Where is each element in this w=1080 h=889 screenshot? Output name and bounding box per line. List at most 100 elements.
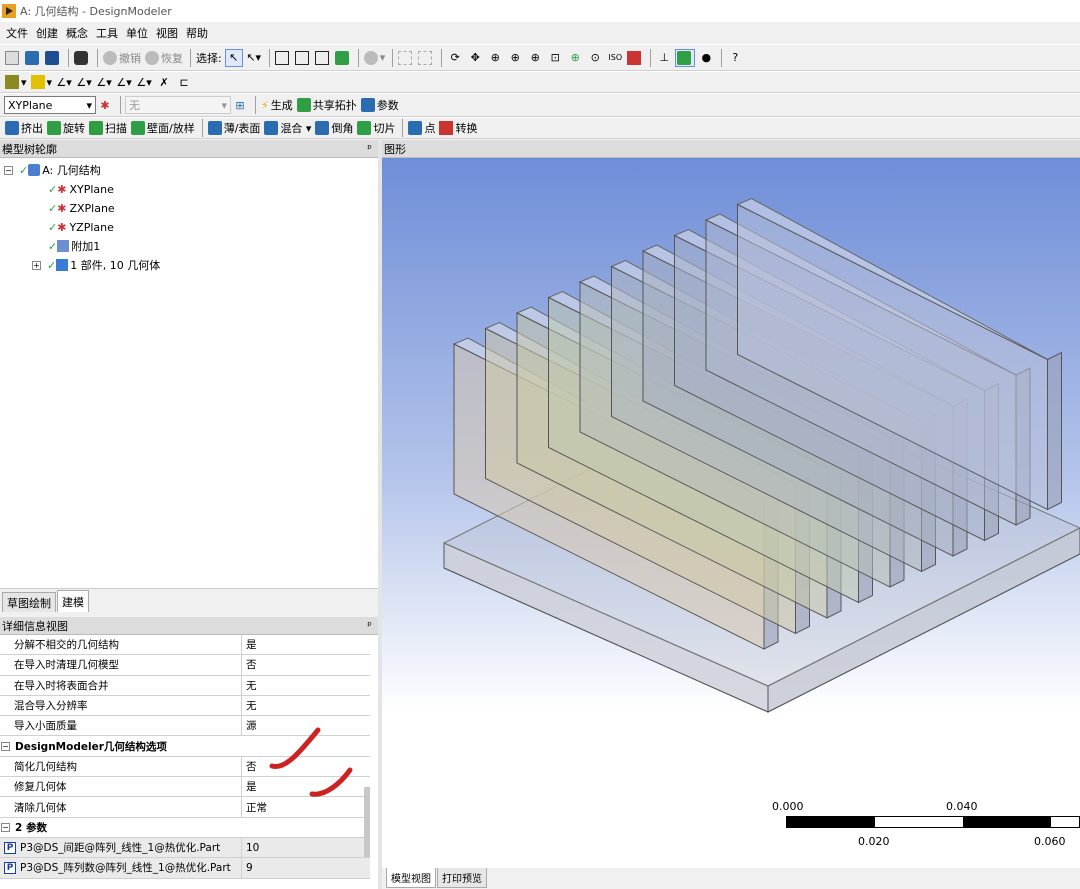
table-row[interactable]: 混合导入分辨率无 [0,695,370,717]
heat-sink-model[interactable] [382,158,1080,868]
point-button[interactable]: 点 [407,119,436,137]
pin-icon[interactable]: ᵖ [367,142,372,155]
blend-button[interactable]: 混合 ▾ [263,119,312,137]
menu-tools[interactable]: 工具 [96,25,118,41]
iso-view-icon[interactable]: ISO [606,49,624,67]
revolve-button[interactable]: 旋转 [46,119,86,137]
extend-selection-icon[interactable]: ▾ [363,49,387,67]
display-mode-icon[interactable] [675,48,696,67]
plane-select[interactable]: XYPlane ▾ [4,96,96,114]
table-row[interactable]: 在导入时清理几何模型否 [0,655,370,676]
dimension-3-icon[interactable]: ∠▾ [95,73,113,91]
details-header: 详细信息视图 ᵖ [0,617,378,635]
sweep-button[interactable]: 扫描 [88,119,128,137]
skin-loft-button[interactable]: 壁面/放样 [130,119,196,137]
generate-button[interactable]: ⚡ 生成 [260,96,294,114]
details-scrollbar[interactable] [364,787,370,857]
collapse-icon[interactable]: − [4,165,13,175]
select-face-icon[interactable] [314,49,332,67]
select-body-icon[interactable] [334,49,352,67]
chamfer-button[interactable]: 倒角 [314,119,354,137]
undo-button[interactable]: 撤销 [102,49,142,67]
new-sketch-button-icon[interactable]: ⊞ [231,96,249,114]
table-row[interactable]: 修复几何体是 [0,777,370,798]
save-icon[interactable] [24,49,42,67]
redo-button[interactable]: 恢复 [144,49,184,67]
details-group-dm-options[interactable]: − DesignModeler几何结构选项 [0,736,370,757]
select-edge-icon[interactable] [294,49,312,67]
extrude-button[interactable]: 挤出 [4,119,44,137]
new-plane-icon[interactable]: ✗ [155,73,173,91]
tree-item-yzplane[interactable]: ✓ ✱ YZPlane [48,218,114,236]
details-title: 详细信息视图 [2,619,68,633]
parameter-badge-icon[interactable]: P [4,861,16,874]
graphics-viewport[interactable]: 0.000 0.040 0.020 0.060 [382,158,1080,868]
collapse-icon[interactable]: − [1,822,10,832]
slice-button[interactable]: 切片 [356,119,396,137]
magnifier-icon[interactable]: ⊙ [586,49,604,67]
sweep-icon [89,121,103,135]
thin-surface-button[interactable]: 薄/表面 [207,119,262,137]
table-row[interactable]: 清除几何体 正常 [0,797,370,818]
parameters-button[interactable]: 参数 [360,96,400,114]
tree-item-zxplane[interactable]: ✓ ✱ ZXPlane [48,199,115,217]
help-icon[interactable]: ? [726,49,744,67]
share-topology-button[interactable]: 共享拓扑 [296,96,358,114]
tab-model-view[interactable]: 模型视图 [386,868,436,888]
zoom-in-icon[interactable]: ⊕ [506,49,524,67]
table-row[interactable]: 在导入时将表面合并无 [0,675,370,696]
dimension-4-icon[interactable]: ∠▾ [115,73,133,91]
dimension-1-icon[interactable]: ∠▾ [55,73,73,91]
table-row[interactable]: 导入小面质量源 [0,716,370,737]
parameter-row-spacing[interactable]: P P3@DS_间距@阵列_线性_1@热优化.Part 10 [0,837,370,859]
new-sketch-icon[interactable] [4,49,22,67]
tree-item-xyplane[interactable]: ✓ ✱ XYPlane [48,180,114,198]
zoom-icon[interactable]: ⊕ [486,49,504,67]
tree-item-geometry[interactable]: − ✓ A: 几何结构 [4,161,101,179]
zoom-box-icon[interactable]: ⊕ [526,49,544,67]
screenshot-icon[interactable] [73,49,91,67]
tab-sketching[interactable]: 草图绘制 [2,592,56,612]
look-at-icon[interactable] [626,49,644,67]
parameter-row-count[interactable]: P P3@DS_阵列数@阵列_线性_1@热优化.Part 9 [0,858,370,879]
tab-print-preview[interactable]: 打印预览 [437,868,487,888]
sketch-select[interactable]: 无 ▾ [125,96,231,114]
zoom-fit-icon[interactable]: ⊡ [546,49,564,67]
tree-item-attach[interactable]: ✓ 附加1 [48,237,100,255]
collapse-icon[interactable]: − [1,741,10,751]
plane-flag-icon[interactable]: ⊏ [175,73,193,91]
box-select-icon[interactable] [397,49,415,67]
menu-view[interactable]: 视图 [156,25,178,41]
dimension-5-icon[interactable]: ∠▾ [135,73,153,91]
rotate-icon[interactable]: ⟳ [446,49,464,67]
plane-display-icon[interactable]: ▾ [4,73,28,91]
save-as-icon[interactable] [44,49,62,67]
tab-modeling[interactable]: 建模 [57,590,89,612]
table-row[interactable]: 简化几何结构否 [0,756,370,778]
triad-icon[interactable]: ⊥ [655,49,673,67]
new-plane-button-icon[interactable]: ✱ [96,96,114,114]
display-point-icon[interactable]: ● [697,49,715,67]
sketch-display-icon[interactable]: ▾ [30,73,54,91]
expand-icon[interactable]: + [32,260,41,270]
table-row[interactable]: 分解不相交的几何结构是 [0,635,370,656]
dimension-2-icon[interactable]: ∠▾ [75,73,93,91]
select-point-icon[interactable] [274,49,292,67]
box-select-2-icon[interactable] [417,49,435,67]
parameter-badge-icon[interactable]: P [4,841,16,854]
select-filter-icon[interactable]: ↖▾ [245,49,263,67]
chevron-down-icon: ▾ [86,98,92,112]
select-mode-icon[interactable]: ↖ [224,48,243,67]
conversion-button[interactable]: 转换 [438,119,478,137]
plane-icon: ✱ [57,220,67,234]
menu-create[interactable]: 创建 [36,25,58,41]
zoom-to-fit-icon[interactable]: ⊕ [566,49,584,67]
menu-file[interactable]: 文件 [6,25,28,41]
menu-concept[interactable]: 概念 [66,25,88,41]
pin-icon[interactable]: ᵖ [367,619,372,632]
pan-icon[interactable]: ✥ [466,49,484,67]
menu-units[interactable]: 单位 [126,25,148,41]
menu-help[interactable]: 帮助 [186,25,208,41]
tree-item-parts[interactable]: + ✓ 1 部件, 10 几何体 [32,256,160,274]
details-group-parameters[interactable]: −2 参数 [0,817,370,838]
